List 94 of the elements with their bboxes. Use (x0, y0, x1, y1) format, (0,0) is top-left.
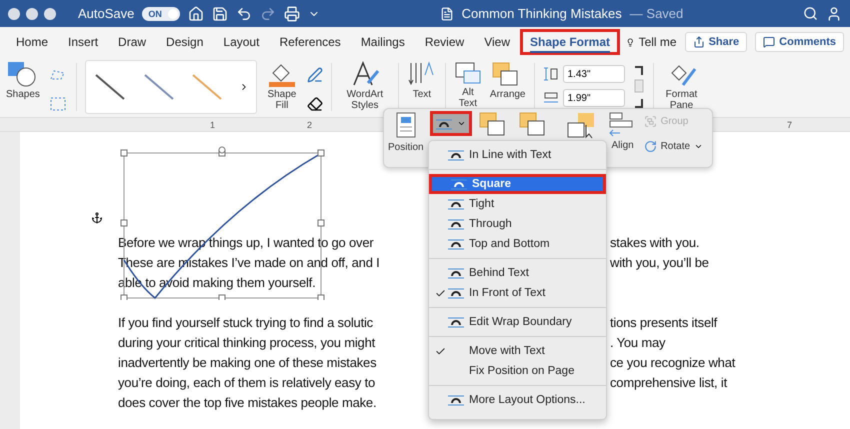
menu-item[interactable]: Edit Wrap Boundary (429, 312, 606, 332)
shape-fill-label: Shape Fill (266, 89, 298, 111)
body-text: Before we wrap things up, I wanted to go over (118, 234, 374, 250)
ruler-number: 2 (306, 120, 312, 130)
share-icon (692, 36, 705, 48)
menu-item[interactable]: Fix Position on Page (429, 361, 606, 381)
selected-curve-shape[interactable] (120, 146, 326, 300)
rotate-icon (644, 140, 657, 153)
lock-ratio-icon[interactable] (632, 65, 644, 109)
wrap-text-icon (447, 218, 465, 230)
ribbon-tab[interactable]: View (474, 29, 520, 55)
body-text: ce you recognize what (610, 354, 736, 370)
body-text: . You may (610, 334, 666, 350)
close-icon[interactable] (8, 8, 20, 20)
menu-item[interactable]: Square (429, 174, 606, 194)
save-status: — Saved (630, 6, 684, 21)
save-icon[interactable] (212, 6, 228, 22)
position-icon[interactable] (394, 111, 418, 139)
body-text: If you find yourself stuck trying to find a solutic (118, 314, 374, 330)
zoom-icon[interactable] (44, 8, 56, 20)
wrap-text-icon (435, 118, 454, 130)
ribbon-tab[interactable]: Review (414, 29, 474, 55)
text-box-icon[interactable] (48, 96, 67, 110)
print-icon[interactable] (284, 6, 300, 22)
ribbon-tab[interactable]: Home (6, 29, 58, 55)
position-label: Position (388, 142, 424, 153)
wrap-text-icon (447, 287, 465, 299)
wordart-styles-label: WordArt Styles (346, 89, 384, 111)
body-text: does cover the top five mistakes people make. (118, 394, 378, 410)
wrap-text-button[interactable] (430, 111, 472, 136)
ruler-number: 1 (208, 120, 215, 130)
ribbon-tab[interactable]: References (269, 29, 351, 55)
wrap-text-icon (447, 149, 465, 161)
ribbon-tab[interactable]: Design (156, 29, 214, 55)
caret-icon (457, 119, 466, 128)
autosave-toggle[interactable]: ON (142, 6, 180, 20)
width-field[interactable]: 1.99" (562, 89, 624, 107)
home-icon[interactable] (188, 6, 204, 22)
menu-item[interactable]: In Line with Text (429, 145, 606, 165)
wrap-text-icon (447, 267, 465, 279)
menu-item[interactable]: Behind Text (429, 263, 606, 283)
wrap-text-icon (447, 198, 465, 210)
undo-icon[interactable] (236, 6, 252, 22)
menu-item[interactable]: Tight (429, 194, 606, 214)
share-button[interactable]: Share (684, 32, 748, 52)
alt-text-label: Alt Text (458, 87, 478, 109)
height-icon (542, 67, 558, 81)
body-text: with you, you’ll be (610, 254, 709, 270)
pen-icon[interactable] (306, 66, 323, 82)
body-text: comprehensive list, it (610, 374, 727, 390)
window-title: Common Thinking Mistakes (462, 6, 622, 21)
group-icon (644, 115, 657, 128)
wrap-text-icon (447, 316, 465, 328)
rotate-label[interactable]: Rotate (660, 141, 690, 152)
menu-item[interactable]: Move with Text (429, 341, 606, 361)
menu-item[interactable]: More Layout Options... (429, 390, 606, 410)
body-text: during your critical thinking process, you might (118, 334, 376, 350)
dark-line-icon[interactable] (93, 72, 128, 102)
ribbon-tab[interactable]: Mailings (350, 29, 415, 55)
document-icon (440, 6, 454, 20)
ribbon-tab[interactable]: Draw (108, 29, 156, 55)
eraser-icon[interactable] (306, 96, 323, 112)
ribbon-tab[interactable]: Layout (213, 29, 270, 55)
body-text: tions presents itself (610, 314, 718, 330)
tell-me-label[interactable]: Tell me (638, 35, 677, 49)
menu-item[interactable]: Through (429, 214, 606, 234)
search-icon[interactable] (803, 6, 818, 21)
line-style-icon[interactable] (142, 72, 176, 102)
text-label: Text (412, 89, 432, 100)
width-icon (542, 91, 558, 105)
ribbon-tab[interactable]: Insert (58, 29, 108, 55)
autosave-label: AutoSave (78, 6, 134, 21)
height-field[interactable]: 1.43" (562, 65, 624, 83)
menu-item[interactable]: In Front of Text (429, 283, 606, 303)
alt-text-icon[interactable] (454, 61, 482, 85)
format-pane-label: Format Pane (664, 89, 698, 111)
ruler-number: 7 (786, 120, 792, 130)
menu-item[interactable]: Top and Bottom (429, 234, 606, 254)
anchor-icon (91, 212, 103, 224)
comments-button[interactable]: Comments (755, 32, 844, 52)
minimize-icon[interactable] (26, 8, 38, 20)
body-text: inadvertently be making one of these mistakes (118, 354, 378, 370)
arrange-label: Arrange (490, 89, 526, 100)
wrap-text-icon (447, 394, 465, 406)
redo-icon[interactable] (260, 6, 276, 22)
caret-icon[interactable] (694, 142, 704, 151)
body-text: stakes with you. (610, 234, 700, 250)
person-icon[interactable] (826, 6, 842, 22)
align-label: Align (611, 140, 634, 151)
wrap-text-icon (450, 178, 468, 190)
wrap-text-icon (447, 238, 465, 250)
comment-icon (763, 36, 776, 48)
shapes-label: Shapes (6, 89, 40, 100)
body-text: you’re doing, each of them is relatively easy to (118, 374, 376, 390)
